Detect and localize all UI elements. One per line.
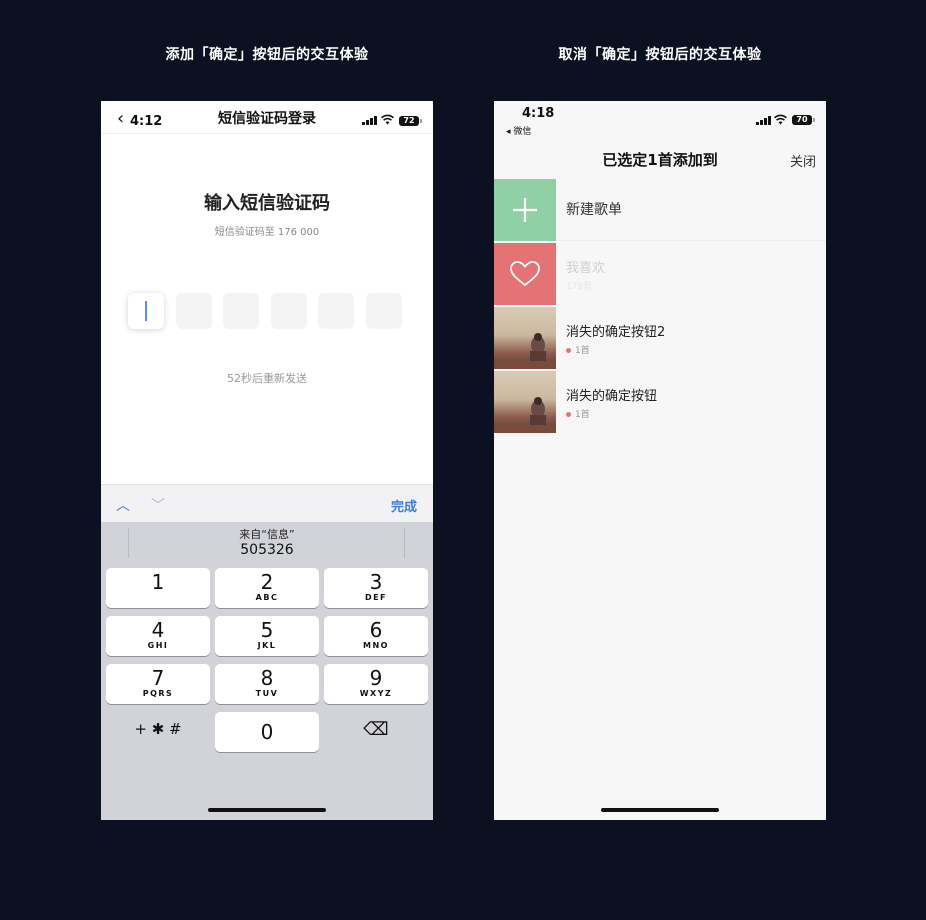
signal-icon bbox=[756, 116, 771, 125]
right-caption: 取消「确定」按钮后的交互体验 bbox=[558, 47, 762, 63]
add-to-playlist-screen: 4:18 ◂ 微信 70 已选定1首添加到 关闭 新建歌单 我喜欢 179首 消… bbox=[494, 101, 826, 820]
status-time: 4:18 bbox=[522, 106, 555, 121]
text-cursor bbox=[145, 301, 147, 321]
sms-login-screen: ‹ 4:12 短信验证码登录 72 输入短信验证码 短信验证码至 176 000… bbox=[101, 101, 433, 820]
code-digit-5[interactable] bbox=[318, 293, 354, 329]
row-divider bbox=[556, 240, 826, 241]
code-digit-2[interactable] bbox=[176, 293, 212, 329]
key-4[interactable]: 4 GHI bbox=[106, 616, 210, 656]
resend-countdown: 52秒后重新发送 bbox=[227, 372, 307, 385]
playlist-row[interactable]: 消失的确定按钮2 1首 bbox=[494, 307, 826, 369]
playlist-count: 179首 bbox=[566, 282, 593, 292]
key-letters: DEF bbox=[364, 593, 388, 602]
key-8[interactable]: 8 TUV bbox=[215, 664, 319, 704]
back-to-app[interactable]: ◂ 微信 bbox=[506, 124, 531, 137]
key-digit: 8 bbox=[260, 666, 274, 690]
close-button[interactable]: 关闭 bbox=[790, 151, 816, 170]
key-5[interactable]: 5 JKL bbox=[215, 616, 319, 656]
playlist-row[interactable]: 消失的确定按钮 1首 bbox=[494, 371, 826, 433]
numeric-keyboard: 来自“信息” 505326 1 2 ABC 3 DEF 4 GHI 5 JKL 6 MNO… bbox=[101, 522, 433, 820]
page-heading: 输入短信验证码 bbox=[204, 193, 330, 214]
key-2[interactable]: 2 ABC bbox=[215, 568, 319, 608]
key-digit: 6 bbox=[369, 618, 383, 642]
key-digit: 3 bbox=[369, 570, 383, 594]
signal-icon bbox=[362, 116, 377, 125]
heart-icon bbox=[494, 243, 556, 305]
playlist-row[interactable]: 我喜欢 179首 bbox=[494, 243, 826, 305]
key-letters: MNO bbox=[363, 641, 389, 650]
wifi-icon bbox=[774, 114, 787, 125]
new-playlist-row[interactable]: 新建歌单 bbox=[494, 179, 826, 241]
key-6[interactable]: 6 MNO bbox=[324, 616, 428, 656]
wifi-icon bbox=[381, 114, 394, 125]
key-9[interactable]: 9 WXYZ bbox=[324, 664, 428, 704]
home-indicator[interactable] bbox=[601, 808, 719, 812]
code-digit-4[interactable] bbox=[271, 293, 307, 329]
key-letters: WXYZ bbox=[359, 689, 393, 698]
code-digit-3[interactable] bbox=[223, 293, 259, 329]
key-0[interactable]: 0 bbox=[215, 712, 319, 752]
playlist-name: 消失的确定按钮2 bbox=[566, 325, 666, 340]
home-indicator[interactable] bbox=[208, 808, 326, 812]
plus-icon bbox=[494, 179, 556, 241]
key-digit: 0 bbox=[260, 720, 274, 744]
nav-divider bbox=[101, 133, 433, 134]
key-3[interactable]: 3 DEF bbox=[324, 568, 428, 608]
key-digit: 4 bbox=[151, 618, 165, 642]
playlist-count: 1首 bbox=[566, 407, 590, 420]
key-letters: JKL bbox=[257, 641, 277, 650]
playlist-cover bbox=[494, 371, 556, 433]
key-letters: GHI bbox=[147, 641, 169, 650]
status-dot bbox=[566, 348, 571, 353]
playlist-name: 我喜欢 bbox=[566, 261, 606, 276]
autofill-suggestion[interactable]: 来自“信息” 505326 bbox=[101, 526, 433, 558]
battery-icon: 70 bbox=[792, 115, 815, 125]
code-digit-6[interactable] bbox=[366, 293, 402, 329]
new-playlist-label: 新建歌单 bbox=[566, 202, 622, 218]
key-digit: 1 bbox=[151, 570, 165, 594]
key-letters: PQRS bbox=[142, 689, 174, 698]
key-digit: 7 bbox=[151, 666, 165, 690]
delete-key-icon[interactable]: ⌫ bbox=[324, 719, 428, 740]
done-button[interactable]: 完成 bbox=[391, 496, 417, 515]
key-1[interactable]: 1 bbox=[106, 568, 210, 608]
key-digit: 5 bbox=[260, 618, 274, 642]
chevron-down-icon[interactable]: ﹀ bbox=[151, 495, 165, 515]
playlist-count-text: 1首 bbox=[575, 410, 590, 420]
chevron-up-icon[interactable]: ︿ bbox=[116, 495, 130, 515]
key-7[interactable]: 7 PQRS bbox=[106, 664, 210, 704]
sheet-title: 已选定1首添加到 bbox=[602, 151, 718, 169]
key-digit: 2 bbox=[260, 570, 274, 594]
left-caption: 添加「确定」按钮后的交互体验 bbox=[165, 47, 369, 63]
playlist-name: 消失的确定按钮 bbox=[566, 389, 658, 404]
keyboard-toolbar: ︿ ﹀ 完成 bbox=[101, 484, 433, 522]
status-dot bbox=[566, 412, 571, 417]
key-letters: ABC bbox=[255, 593, 279, 602]
playlist-count: 1首 bbox=[566, 343, 590, 356]
suggestion-source: 来自“信息” bbox=[239, 528, 295, 541]
phone-number-hint: 短信验证码至 176 000 bbox=[214, 227, 320, 238]
code-digit-1[interactable] bbox=[128, 293, 164, 329]
playlist-cover bbox=[494, 307, 556, 369]
battery-icon: 72 bbox=[399, 116, 422, 126]
key-letters: TUV bbox=[255, 689, 279, 698]
symbols-key[interactable]: + ✱ # bbox=[106, 720, 210, 738]
key-digit: 9 bbox=[369, 666, 383, 690]
playlist-count-text: 1首 bbox=[575, 346, 590, 356]
suggestion-code: 505326 bbox=[240, 542, 294, 558]
